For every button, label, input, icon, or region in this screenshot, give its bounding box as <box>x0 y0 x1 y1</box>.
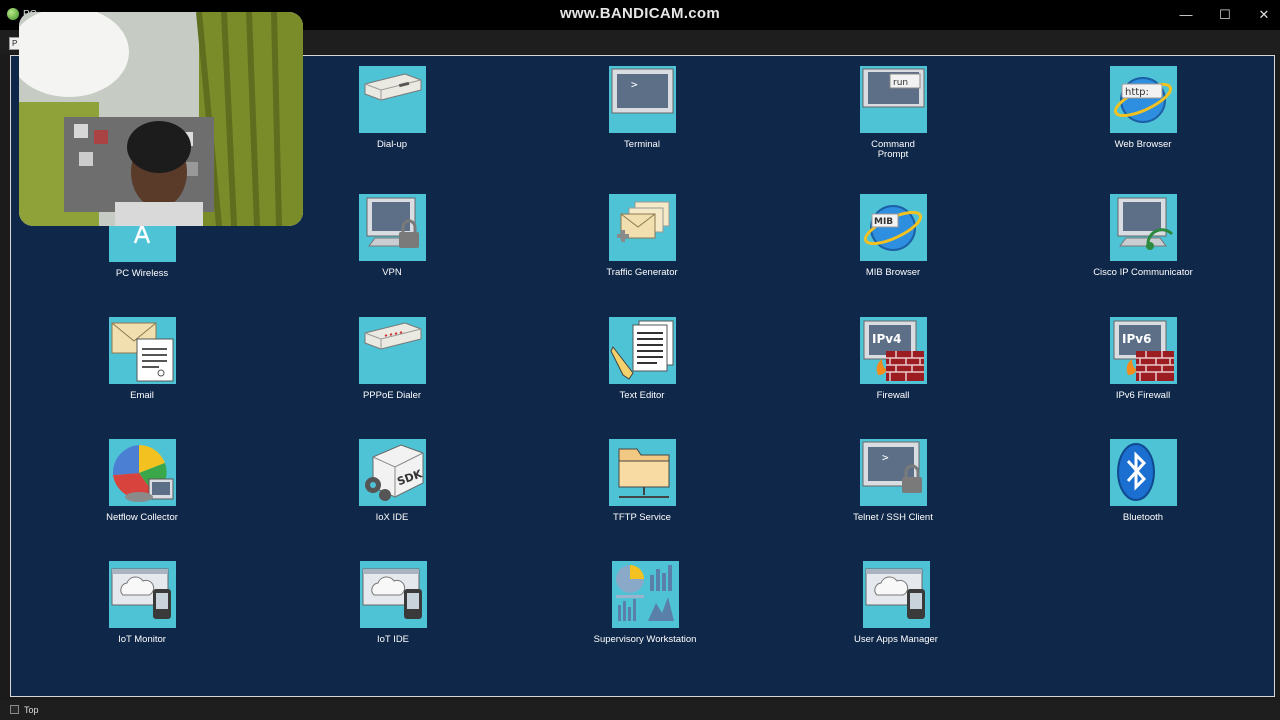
ip-communicator-icon <box>1109 194 1177 261</box>
app-traffic-generator[interactable]: Traffic Generator <box>562 194 722 278</box>
modem-icon <box>358 66 426 133</box>
firewall-icon: IPv4 <box>859 317 927 384</box>
app-label: MIB Browser <box>865 267 921 278</box>
app-firewall[interactable]: IPv4 Firewall <box>813 317 973 401</box>
supervisory-workstation-icon <box>611 561 679 628</box>
traffic-generator-icon <box>608 194 676 261</box>
app-cisco-ip-communicator[interactable]: Cisco IP Communicator <box>1063 194 1223 278</box>
iot-monitor-icon <box>108 561 176 628</box>
minimize-button[interactable]: — <box>1168 4 1204 26</box>
web-browser-icon: http: <box>1109 66 1177 133</box>
app-label: VPN <box>382 267 402 278</box>
app-label: Dial-up <box>376 139 408 150</box>
app-telnet-ssh-client[interactable]: > Telnet / SSH Client <box>813 439 973 523</box>
app-iot-monitor[interactable]: IoT Monitor <box>62 561 222 645</box>
svg-text:http:: http: <box>1125 87 1149 98</box>
app-iox-ide[interactable]: SDK IoX IDE <box>312 439 472 523</box>
app-label: Terminal <box>624 139 660 150</box>
app-label: Command Prompt <box>871 139 915 160</box>
svg-text:>: > <box>631 78 638 91</box>
app-pppoe-dialer[interactable]: PPPoE Dialer <box>312 317 472 401</box>
app-bluetooth[interactable]: Bluetooth <box>1063 439 1223 523</box>
app-label: Bluetooth <box>1122 512 1164 523</box>
pppoe-dialer-icon <box>358 317 426 384</box>
app-tftp-service[interactable]: TFTP Service <box>562 439 722 523</box>
app-email[interactable]: Email <box>62 317 222 401</box>
bluetooth-icon <box>1109 439 1177 506</box>
close-button[interactable]: ✕ <box>1246 4 1280 26</box>
top-checkbox[interactable] <box>10 705 19 714</box>
terminal-icon: > <box>608 66 676 133</box>
app-netflow-collector[interactable]: Netflow Collector <box>62 439 222 523</box>
app-iot-ide[interactable]: IoT IDE <box>313 561 473 645</box>
app-label: Cisco IP Communicator <box>1093 267 1193 278</box>
app-vpn[interactable]: VPN <box>312 194 472 278</box>
email-icon <box>108 317 176 384</box>
app-label: Web Browser <box>1114 139 1172 150</box>
app-mib-browser[interactable]: MIB MIB Browser <box>813 194 973 278</box>
app-label: IPv6 Firewall <box>1115 390 1171 401</box>
svg-text:>: > <box>882 451 889 464</box>
tftp-service-icon <box>608 439 676 506</box>
app-label: IoT IDE <box>376 634 410 645</box>
svg-text:MIB: MIB <box>874 217 893 227</box>
app-ipv6-firewall[interactable]: IPv6 IPv6 Firewall <box>1063 317 1223 401</box>
vpn-icon <box>358 194 426 261</box>
iot-ide-icon <box>359 561 427 628</box>
command-prompt-icon: run <box>859 66 927 133</box>
webcam-overlay <box>19 12 303 226</box>
svg-text:IPv4: IPv4 <box>872 332 901 346</box>
svg-text:IPv6: IPv6 <box>1122 332 1151 346</box>
app-dial-up[interactable]: Dial-up <box>312 66 472 150</box>
app-text-editor[interactable]: Text Editor <box>562 317 722 401</box>
webcam-feed-image <box>19 12 303 226</box>
mib-browser-icon: MIB <box>859 194 927 261</box>
ipv6-firewall-icon: IPv6 <box>1109 317 1177 384</box>
app-web-browser[interactable]: http: Web Browser <box>1063 66 1223 150</box>
app-label: PPPoE Dialer <box>362 390 422 401</box>
netflow-collector-icon <box>108 439 176 506</box>
app-label: PC Wireless <box>115 268 169 279</box>
app-label: User Apps Manager <box>854 634 938 645</box>
app-label: Telnet / SSH Client <box>853 512 933 523</box>
packet-tracer-pc-window: PC www.BANDICAM.com — ☐ ✕ P PC Wireless … <box>0 0 1280 720</box>
app-label: Supervisory Workstation <box>593 634 697 645</box>
app-command-prompt[interactable]: run Command Prompt <box>813 66 973 160</box>
top-checkbox-label: Top <box>24 705 39 715</box>
app-label: Netflow Collector <box>106 512 178 523</box>
app-user-apps-manager[interactable]: User Apps Manager <box>816 561 976 645</box>
app-label: TFTP Service <box>613 512 671 523</box>
app-label: Traffic Generator <box>606 267 678 278</box>
status-bar <box>0 700 1280 720</box>
app-label: Text Editor <box>619 390 665 401</box>
user-apps-manager-icon <box>862 561 930 628</box>
app-terminal[interactable]: > Terminal <box>562 66 722 150</box>
app-label: IoT Monitor <box>118 634 166 645</box>
app-supervisory-workstation[interactable]: Supervisory Workstation <box>565 561 725 645</box>
app-label: Firewall <box>876 390 910 401</box>
svg-text:run: run <box>893 78 908 88</box>
telnet-ssh-icon: > <box>859 439 927 506</box>
app-label: Email <box>130 390 154 401</box>
app-label: IoX IDE <box>375 512 409 523</box>
maximize-button[interactable]: ☐ <box>1207 4 1243 26</box>
text-editor-icon <box>608 317 676 384</box>
iox-ide-icon: SDK <box>358 439 426 506</box>
